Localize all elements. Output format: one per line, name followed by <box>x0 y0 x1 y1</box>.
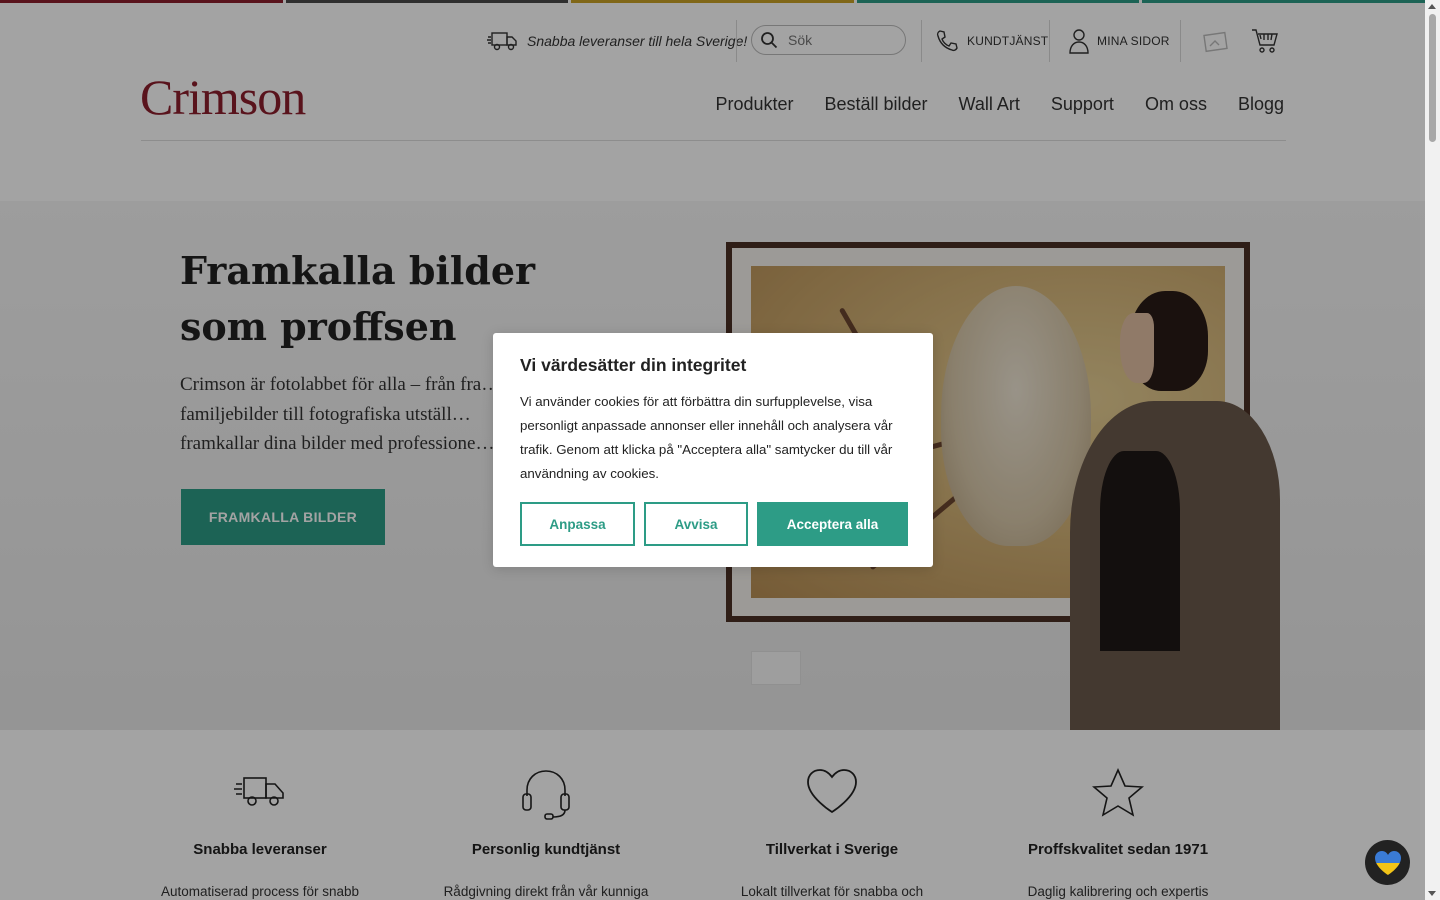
scroll-up-arrow[interactable] <box>1428 4 1436 9</box>
cookie-dialog-actions: Anpassa Avvisa Acceptera alla <box>520 502 908 546</box>
support-heart-button[interactable] <box>1365 840 1410 885</box>
scroll-down-arrow[interactable] <box>1428 891 1436 896</box>
accept-all-cookies-button[interactable]: Acceptera alla <box>757 502 908 546</box>
cookie-consent-dialog: Vi värdesätter din integritet Vi använde… <box>493 333 933 567</box>
customize-cookies-button[interactable]: Anpassa <box>520 502 635 546</box>
cookie-dialog-body: Vi använder cookies för att förbättra di… <box>520 394 893 481</box>
ukraine-heart-icon <box>1374 850 1401 875</box>
scroll-thumb[interactable] <box>1429 14 1436 142</box>
page-scrollbar[interactable] <box>1425 0 1440 900</box>
reject-cookies-button[interactable]: Avvisa <box>644 502 748 546</box>
cookie-dialog-title: Vi värdesätter din integritet <box>520 355 747 375</box>
